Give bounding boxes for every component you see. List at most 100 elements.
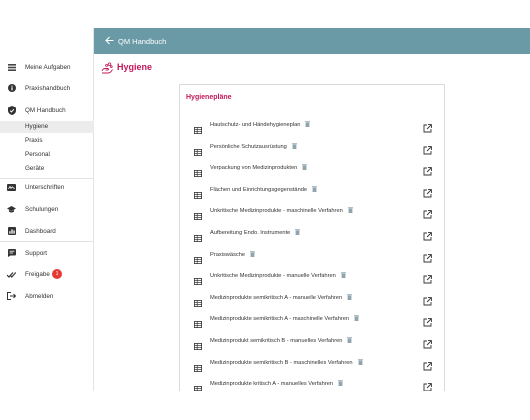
open-in-new-icon[interactable] (423, 142, 432, 155)
open-in-new-icon[interactable] (423, 250, 432, 263)
open-in-new-icon[interactable] (423, 271, 432, 284)
row-label: Medizinprodukt semikritisch B - manuelle… (210, 338, 343, 344)
open-in-new-icon[interactable] (423, 379, 432, 392)
row-label: Hautschutz- und Händehygieneplan (210, 122, 301, 128)
sidebar-subitem-personal[interactable]: Personal (0, 149, 94, 161)
row-label: Unkritische Medizinprodukte - maschinell… (210, 208, 343, 215)
sidebar-item-dashboard[interactable]: Dashboard (0, 224, 94, 238)
trash-icon[interactable] (305, 121, 311, 127)
page-title-text: Hygiene (117, 62, 153, 72)
table-row[interactable]: Aufbereitung Endo. Instrumente (180, 225, 444, 242)
table-grid-icon (194, 121, 202, 134)
top-app-bar: QM Handbuch (94, 28, 530, 54)
table-row[interactable]: Flächen und Einrichtungsgegenstände (180, 182, 444, 199)
row-label-wrap: Medizinprodukte semikritisch A - maschin… (210, 315, 360, 323)
open-in-new-icon[interactable] (423, 314, 432, 327)
row-label: Aufbereitung Endo. Instrumente (210, 230, 291, 236)
graduation-cap-icon (7, 205, 16, 214)
trash-icon[interactable] (295, 229, 301, 235)
open-in-new-icon[interactable] (423, 336, 432, 349)
sidebar-subitem-label: Personal (25, 151, 50, 158)
sidebar-subitem-hygiene[interactable]: Hygiene (0, 121, 94, 133)
open-in-new-icon[interactable] (423, 163, 432, 176)
trash-icon[interactable] (302, 164, 308, 171)
row-label: Persönliche Schutzausrüstung (210, 143, 287, 150)
notification-badge: 1 (52, 269, 62, 279)
sidebar-item-meine-aufgaben[interactable]: Meine Aufgaben (0, 60, 94, 74)
sidebar-item-freigabe[interactable]: Freigabe 1 (0, 267, 94, 281)
row-label: Verpackung von Medizinprodukten (210, 165, 298, 172)
open-in-new-icon[interactable] (423, 185, 432, 198)
row-label-wrap: Aufbereitung Endo. Instrumente (210, 229, 301, 236)
hygieneplaene-card: Hygienepläne Hautschutz- und Händehygien… (179, 84, 445, 394)
row-label: Medizinprodukte kritisch A - manuelles V… (210, 381, 333, 388)
table-grid-icon (194, 229, 202, 242)
trash-icon[interactable] (312, 186, 318, 192)
sidebar-item-unterschriften[interactable]: Unterschriften (0, 180, 94, 194)
trash-icon[interactable] (347, 337, 353, 343)
trash-icon[interactable] (340, 272, 346, 279)
sidebar-item-label: Freigabe (25, 270, 50, 278)
back-arrow-icon[interactable] (105, 36, 115, 46)
sidebar-item-support[interactable]: Support (0, 246, 94, 260)
open-in-new-icon[interactable] (423, 358, 432, 371)
table-row[interactable]: Persönliche Schutzausrüstung (180, 139, 444, 156)
sidebar-subitem-label: Praxis (25, 137, 43, 144)
sidebar-item-label: Support (25, 249, 48, 257)
row-label-wrap: Medizinprodukt semikritisch B - manuelle… (210, 337, 353, 344)
trash-icon[interactable] (250, 250, 256, 257)
table-row[interactable]: Medizinprodukte semikritisch A - manuell… (180, 290, 444, 307)
table-row[interactable]: Medizinprodukte kritisch A - manuelles V… (180, 376, 444, 393)
card-heading: Hygienepläne (186, 94, 232, 101)
trash-icon[interactable] (291, 142, 297, 149)
table-row[interactable]: Medizinprodukte semikritisch A - maschin… (180, 311, 444, 329)
row-label-wrap: Verpackung von Medizinprodukten (210, 164, 308, 172)
sidebar-item-label: Praxishandbuch (25, 84, 71, 92)
trash-icon[interactable] (357, 358, 363, 365)
sidebar-subitem-label: Hygiene (25, 123, 49, 130)
row-label-wrap: Unkritische Medizinprodukte - manuelle V… (210, 272, 346, 279)
table-row[interactable]: Unkritische Medizinprodukte - maschinell… (180, 203, 444, 221)
sidebar-subitem-geraete[interactable]: Geräte (0, 163, 94, 175)
table-row[interactable]: Medizinprodukte semikritisch B - maschin… (180, 355, 444, 372)
sidebar-item-qm-handbuch[interactable]: QM Handbuch (0, 103, 94, 117)
sidebar-divider (0, 178, 94, 179)
trash-icon[interactable] (354, 315, 360, 322)
sidebar-item-praxishandbuch[interactable]: Praxishandbuch (0, 81, 94, 95)
sidebar-item-label: Meine Aufgaben (25, 63, 71, 71)
table-grid-icon (194, 143, 202, 156)
page-title: Hygiene (101, 60, 152, 74)
row-label: Praxiswäsche (210, 251, 246, 258)
trash-icon[interactable] (347, 294, 353, 300)
approval-icon (7, 270, 16, 279)
row-label: Medizinprodukte semikritisch A - maschin… (210, 316, 350, 323)
table-row[interactable]: Medizinprodukt semikritisch B - manuelle… (180, 333, 444, 350)
table-grid-icon (194, 251, 202, 264)
open-in-new-icon[interactable] (423, 293, 432, 306)
open-in-new-icon[interactable] (423, 206, 432, 219)
open-in-new-icon[interactable] (423, 120, 432, 133)
table-row[interactable]: Praxiswäsche (180, 247, 444, 264)
trash-icon[interactable] (347, 207, 353, 214)
row-label-wrap: Hautschutz- und Händehygieneplan (210, 121, 311, 128)
tasks-icon (7, 63, 16, 72)
row-label: Unkritische Medizinprodukte - manuelle V… (210, 273, 336, 280)
support-icon (7, 249, 16, 258)
sidebar-item-abmelden[interactable]: Abmelden (0, 289, 94, 303)
open-in-new-icon[interactable] (423, 228, 432, 241)
table-grid-icon (194, 315, 202, 329)
sidebar-item-schulungen[interactable]: Schulungen (0, 202, 94, 216)
logout-icon (7, 292, 16, 301)
table-grid-icon (194, 272, 202, 286)
sidebar-subitem-praxis[interactable]: Praxis (0, 135, 94, 147)
page-bottom (0, 391, 530, 420)
table-row[interactable]: Verpackung von Medizinprodukten (180, 160, 444, 178)
row-label-wrap: Unkritische Medizinprodukte - maschinell… (210, 207, 353, 214)
dashboard-icon (7, 227, 16, 236)
table-row[interactable]: Unkritische Medizinprodukte - manuelle V… (180, 268, 444, 286)
sidebar-item-label: Schulungen (25, 205, 59, 213)
trash-icon[interactable] (337, 380, 343, 387)
sidebar-item-label: Abmelden (25, 292, 54, 300)
table-row[interactable]: Hautschutz- und Händehygieneplan (180, 117, 444, 134)
row-label-wrap: Persönliche Schutzausrüstung (210, 142, 297, 150)
